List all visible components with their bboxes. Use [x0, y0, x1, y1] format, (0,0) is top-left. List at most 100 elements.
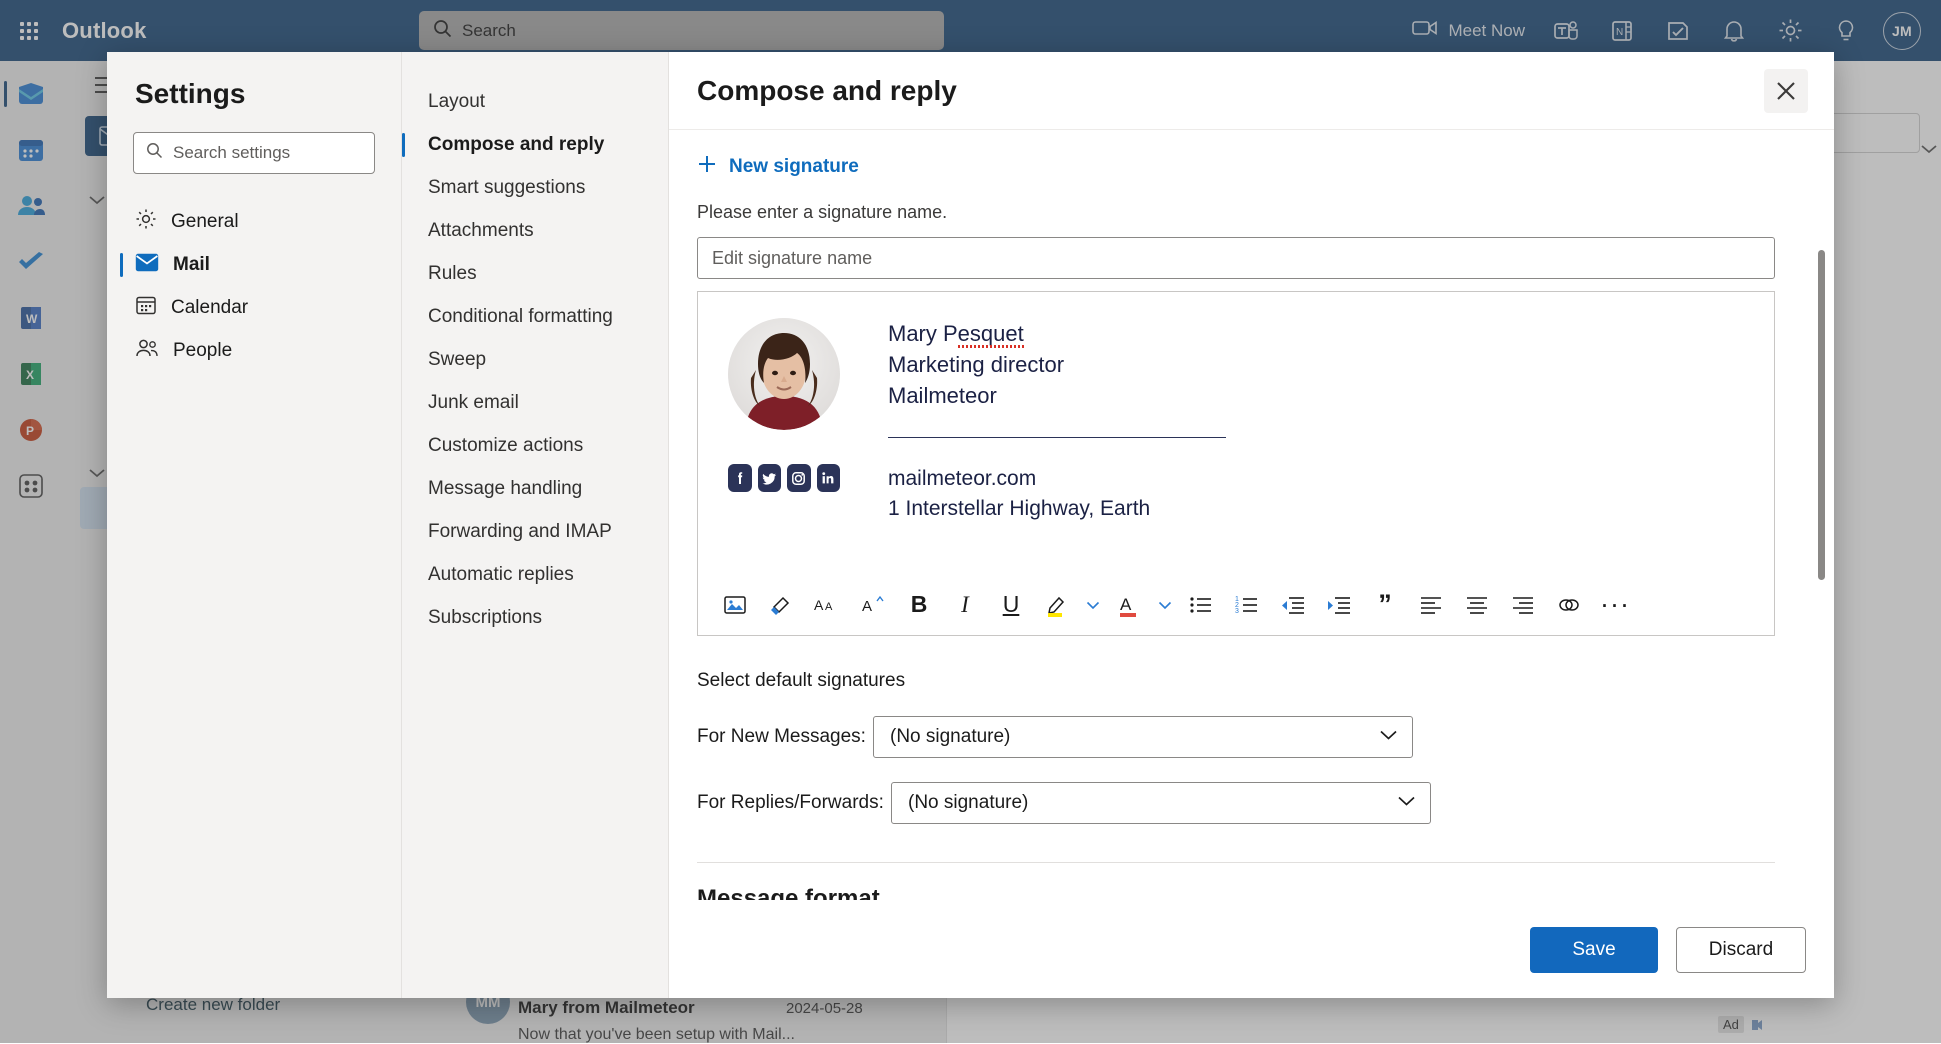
svg-text:A: A: [1120, 595, 1132, 614]
quote-icon[interactable]: ”: [1362, 582, 1408, 628]
settings-search-input[interactable]: Search settings: [133, 132, 375, 174]
font-color-chevron-icon[interactable]: [1152, 582, 1178, 628]
signature-name-hint: Please enter a signature name.: [697, 202, 1804, 223]
scrollbar-thumb[interactable]: [1818, 250, 1825, 580]
subnav-item-conditional-formatting[interactable]: Conditional formatting: [402, 295, 668, 338]
people-icon: [135, 338, 159, 363]
svg-text:3: 3: [1235, 608, 1239, 615]
new-messages-value: (No signature): [890, 726, 1010, 748]
default-signatures-label: Select default signatures: [697, 670, 1804, 692]
section-divider: [697, 862, 1775, 863]
subnav-item-compose-and-reply[interactable]: Compose and reply: [402, 123, 668, 166]
settings-title: Settings: [107, 78, 401, 110]
decrease-indent-icon[interactable]: [1270, 582, 1316, 628]
chevron-down-icon: [1397, 794, 1416, 812]
twitter-icon[interactable]: [758, 464, 782, 492]
signature-name-input[interactable]: Edit signature name: [697, 237, 1775, 279]
subnav-item-layout[interactable]: Layout: [402, 80, 668, 123]
subnav-item-sweep[interactable]: Sweep: [402, 338, 668, 381]
subnav-item-rules[interactable]: Rules: [402, 252, 668, 295]
align-center-icon[interactable]: [1454, 582, 1500, 628]
insert-picture-icon[interactable]: [712, 582, 758, 628]
signature-editor[interactable]: Mary Pesquet Marketing director Mailmete…: [697, 291, 1775, 636]
bold-icon[interactable]: B: [896, 582, 942, 628]
subnav-item-customize-actions[interactable]: Customize actions: [402, 424, 668, 467]
mail-icon: [135, 253, 159, 277]
underline-icon[interactable]: U: [988, 582, 1034, 628]
subnav-item-automatic-replies[interactable]: Automatic replies: [402, 553, 668, 596]
formatting-toolbar: AA A B I U A: [698, 573, 1774, 635]
page-title: Compose and reply: [697, 75, 1764, 107]
increase-indent-icon[interactable]: [1316, 582, 1362, 628]
settings-subnav-pane: Layout Compose and reply Smart suggestio…: [401, 52, 669, 998]
settings-category-calendar[interactable]: Calendar: [107, 286, 401, 329]
settings-categories-pane: Settings Search settings General Mail Ca…: [107, 52, 401, 998]
subnav-item-subscriptions[interactable]: Subscriptions: [402, 596, 668, 639]
close-icon[interactable]: [1764, 69, 1808, 113]
settings-category-label: Calendar: [171, 297, 248, 319]
font-size-icon[interactable]: A: [850, 582, 896, 628]
settings-category-label: Mail: [173, 254, 210, 276]
message-format-heading: Message format: [697, 885, 1804, 900]
align-left-icon[interactable]: [1408, 582, 1454, 628]
svg-text:A: A: [825, 601, 833, 613]
portrait-photo: [728, 318, 840, 430]
signature-website: mailmeteor.com: [888, 464, 1150, 494]
signature-name-line: Mary Pesquet: [888, 318, 1024, 349]
settings-category-people[interactable]: People: [107, 329, 401, 372]
dialog-footer: Save Discard: [669, 900, 1834, 998]
calendar-icon: [135, 294, 157, 321]
subnav-item-attachments[interactable]: Attachments: [402, 209, 668, 252]
detail-header: Compose and reply: [669, 52, 1834, 130]
subnav-item-junk-email[interactable]: Junk email: [402, 381, 668, 424]
signature-content[interactable]: Mary Pesquet Marketing director Mailmete…: [698, 292, 1774, 574]
linkedin-icon[interactable]: [817, 464, 841, 492]
font-family-icon[interactable]: AA: [804, 582, 850, 628]
signature-company-line: Mailmeteor: [888, 380, 1226, 411]
signature-identity: Mary Pesquet Marketing director Mailmete…: [888, 318, 1226, 438]
new-messages-label: For New Messages:: [697, 726, 873, 748]
signature-address: 1 Interstellar Highway, Earth: [888, 494, 1150, 524]
insert-link-icon[interactable]: [1546, 582, 1592, 628]
settings-dialog: Settings Search settings General Mail Ca…: [107, 52, 1834, 998]
discard-button[interactable]: Discard: [1676, 927, 1806, 973]
signature-name-placeholder: Edit signature name: [712, 248, 872, 269]
signature-divider: [888, 437, 1226, 438]
subnav-item-smart-suggestions[interactable]: Smart suggestions: [402, 166, 668, 209]
highlight-color-icon[interactable]: [1034, 582, 1080, 628]
replies-forwards-row: For Replies/Forwards: (No signature): [697, 782, 1804, 824]
settings-category-label: People: [173, 340, 232, 362]
format-painter-icon[interactable]: [758, 582, 804, 628]
new-messages-row: For New Messages: (No signature): [697, 716, 1804, 758]
numbered-list-icon[interactable]: 123: [1224, 582, 1270, 628]
replies-forwards-dropdown[interactable]: (No signature): [891, 782, 1431, 824]
instagram-icon[interactable]: [787, 464, 811, 492]
chevron-down-icon: [1379, 728, 1398, 746]
align-right-icon[interactable]: [1500, 582, 1546, 628]
settings-category-mail[interactable]: Mail: [107, 243, 401, 286]
bulleted-list-icon[interactable]: [1178, 582, 1224, 628]
new-messages-dropdown[interactable]: (No signature): [873, 716, 1413, 758]
more-options-icon[interactable]: ···: [1592, 582, 1638, 628]
facebook-icon[interactable]: [728, 464, 752, 492]
signature-contact-links: mailmeteor.com 1 Interstellar Highway, E…: [888, 464, 1150, 524]
settings-category-label: General: [171, 211, 239, 233]
font-color-icon[interactable]: A: [1106, 582, 1152, 628]
gear-icon: [135, 208, 157, 235]
signature-social-links: [728, 464, 840, 524]
svg-text:A: A: [814, 597, 824, 613]
replies-forwards-label: For Replies/Forwards:: [697, 792, 891, 814]
subnav-item-message-handling[interactable]: Message handling: [402, 467, 668, 510]
highlight-chevron-icon[interactable]: [1080, 582, 1106, 628]
search-icon: [146, 142, 163, 164]
italic-icon[interactable]: I: [942, 582, 988, 628]
subnav-item-forwarding-and-imap[interactable]: Forwarding and IMAP: [402, 510, 668, 553]
save-button[interactable]: Save: [1530, 927, 1658, 973]
replies-forwards-value: (No signature): [908, 792, 1028, 814]
svg-text:A: A: [862, 598, 872, 615]
new-signature-button[interactable]: New signature: [697, 154, 859, 180]
settings-category-general[interactable]: General: [107, 200, 401, 243]
detail-body: New signature Please enter a signature n…: [669, 130, 1834, 900]
plus-icon: [697, 154, 717, 180]
settings-search-placeholder: Search settings: [173, 143, 290, 163]
